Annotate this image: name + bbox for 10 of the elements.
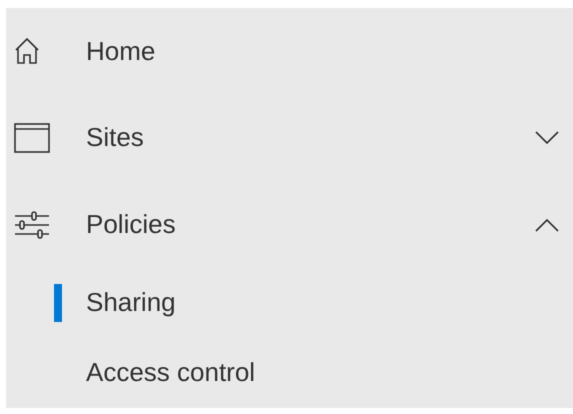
chevron-up-icon bbox=[535, 218, 559, 232]
nav-item[interactable]: Sites bbox=[6, 94, 573, 182]
sliders-icon bbox=[14, 210, 50, 239]
nav-subitem[interactable]: Access control bbox=[6, 338, 573, 408]
chevron-down-icon bbox=[535, 130, 559, 145]
nav-subitem[interactable]: Sharing bbox=[6, 268, 573, 338]
home-icon bbox=[14, 37, 40, 66]
nav-item[interactable]: Policies bbox=[6, 181, 573, 268]
nav-item[interactable]: Home bbox=[6, 8, 573, 95]
window-icon bbox=[14, 122, 50, 153]
